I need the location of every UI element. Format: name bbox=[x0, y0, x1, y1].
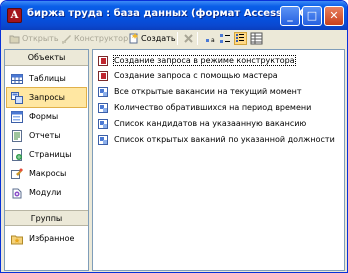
favorites-folder-icon bbox=[11, 233, 23, 245]
design-label: Конструктор bbox=[74, 34, 129, 43]
design-icon bbox=[61, 33, 72, 44]
groups-header[interactable]: Группы bbox=[5, 210, 88, 226]
nav-item-label: Запросы bbox=[29, 93, 65, 102]
delete-icon bbox=[183, 33, 194, 44]
list-item-label: Все открытые вакансии на текущий момент bbox=[114, 87, 302, 96]
toolbar-separator bbox=[197, 32, 198, 45]
wizard-icon bbox=[98, 55, 108, 66]
nav-item-macros[interactable]: Макросы bbox=[5, 164, 88, 183]
nav-item-queries[interactable]: Запросы bbox=[6, 87, 87, 108]
query-icon bbox=[98, 118, 108, 129]
list-item[interactable]: Список открытых ваканий по указанной дол… bbox=[98, 133, 335, 146]
open-button[interactable]: Открыть bbox=[9, 31, 59, 46]
svg-text:a: a bbox=[211, 37, 215, 44]
list-view-button[interactable] bbox=[234, 32, 247, 45]
query-icon bbox=[98, 102, 108, 113]
access-app-icon[interactable]: A bbox=[7, 8, 22, 23]
nav-item-forms[interactable]: Формы bbox=[5, 107, 88, 126]
report-icon bbox=[11, 129, 23, 142]
queries-list: Создание запроса в режиме конструктора С… bbox=[92, 49, 345, 271]
query-icon bbox=[11, 91, 23, 104]
nav-item-label: Отчеты bbox=[29, 131, 61, 140]
nav-item-label: Макросы bbox=[29, 169, 67, 178]
list-item-label: Создание запроса с помощью мастера bbox=[114, 71, 278, 80]
nav-item-label: Таблицы bbox=[29, 74, 66, 83]
page-icon bbox=[11, 148, 23, 161]
database-toolbar: Открыть Конструктор Создать a bbox=[1, 30, 347, 47]
nav-item-tables[interactable]: Таблицы bbox=[5, 69, 88, 88]
details-view-button[interactable] bbox=[250, 32, 263, 45]
objects-header[interactable]: Объекты bbox=[5, 50, 88, 66]
nav-item-favorites[interactable]: Избранное bbox=[5, 229, 88, 248]
list-item[interactable]: Создание запроса с помощью мастера bbox=[98, 69, 278, 82]
create-icon bbox=[128, 33, 139, 44]
nav-item-label: Страницы bbox=[29, 150, 72, 159]
large-icons-view-button[interactable]: a bbox=[204, 32, 217, 45]
list-item-label: Количество обратившихся на период времен… bbox=[114, 103, 312, 112]
title-bar[interactable]: A биржа труда : база данных (формат Acce… bbox=[1, 1, 347, 30]
create-label: Создать bbox=[141, 34, 176, 43]
query-icon bbox=[98, 86, 108, 97]
toolbar-separator bbox=[177, 32, 178, 45]
access-database-window: A биржа труда : база данных (формат Acce… bbox=[0, 0, 348, 273]
small-icons-view-button[interactable] bbox=[219, 32, 232, 45]
small-icons-view-icon bbox=[220, 34, 230, 43]
nav-item-reports[interactable]: Отчеты bbox=[5, 126, 88, 145]
create-button[interactable]: Создать bbox=[128, 31, 176, 46]
form-icon bbox=[11, 110, 23, 123]
list-item[interactable]: Все открытые вакансии на текущий момент bbox=[98, 85, 302, 98]
list-item[interactable]: Создание запроса в режиме конструктора bbox=[98, 54, 296, 67]
query-icon bbox=[98, 134, 108, 145]
nav-item-pages[interactable]: Страницы bbox=[5, 145, 88, 164]
close-button[interactable]: ✕ bbox=[324, 6, 344, 26]
list-item[interactable]: Количество обратившихся на период времен… bbox=[98, 101, 311, 114]
design-button[interactable]: Конструктор bbox=[61, 31, 128, 46]
minimize-button[interactable]: _ bbox=[280, 6, 300, 26]
table-icon bbox=[11, 73, 23, 85]
objects-bar: Объекты Таблицы Запросы Формы Отчеты Стр… bbox=[4, 49, 89, 271]
details-view-icon bbox=[250, 32, 263, 45]
list-view-icon bbox=[236, 34, 244, 42]
open-label: Открыть bbox=[22, 34, 59, 43]
nav-item-modules[interactable]: Модули bbox=[5, 183, 88, 202]
list-item-label: Создание запроса в режиме конструктора bbox=[113, 55, 296, 66]
list-item-label: Список открытых ваканий по указанной дол… bbox=[114, 135, 335, 144]
macro-icon bbox=[11, 168, 23, 180]
maximize-button[interactable]: □ bbox=[302, 6, 322, 26]
delete-button[interactable] bbox=[183, 31, 196, 46]
list-item[interactable]: Список кандидатов на указаанную вакансию bbox=[98, 117, 306, 130]
open-icon bbox=[9, 33, 20, 44]
wizard-icon bbox=[98, 70, 108, 81]
window-title: биржа труда : база данных (формат Access… bbox=[27, 8, 318, 19]
large-icons-view-icon: a bbox=[206, 37, 215, 44]
nav-item-label: Избранное bbox=[29, 234, 75, 243]
list-item-label: Список кандидатов на указаанную вакансию bbox=[114, 119, 307, 128]
nav-item-label: Модули bbox=[29, 188, 62, 197]
nav-item-label: Формы bbox=[29, 112, 59, 121]
module-icon bbox=[11, 187, 23, 199]
